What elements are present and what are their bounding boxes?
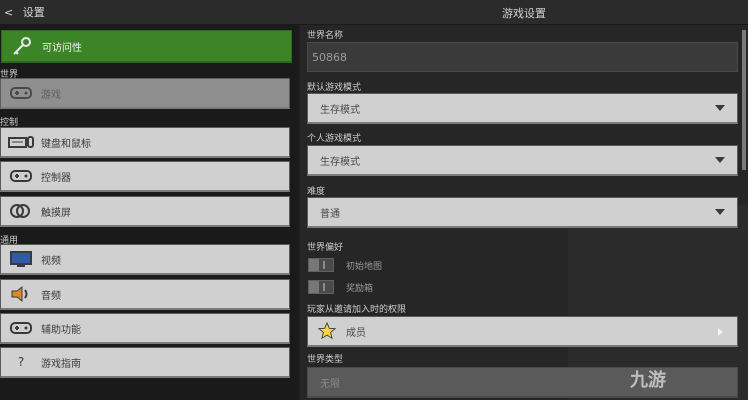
personal-mode-value: 生存模式	[320, 156, 360, 168]
watermark: 九游	[630, 366, 666, 392]
starting-map-toggle[interactable]	[308, 258, 334, 272]
back-button[interactable]: < 设置	[4, 4, 45, 20]
sidebar-item-label: 游戏指南	[41, 358, 81, 370]
controller-icon	[7, 320, 35, 336]
world-type-dropdown[interactable]: 无限	[307, 367, 738, 398]
sidebar-item-audio[interactable]: 音频	[0, 279, 290, 310]
page-title: 游戏设置	[502, 7, 546, 20]
chevron-down-icon	[715, 105, 725, 111]
toggle-row-starting-map: 初始地图	[308, 258, 382, 272]
sidebar-item-touch[interactable]: 触摸屏	[0, 196, 290, 227]
sidebar-item-accessibility[interactable]: 可访问性	[1, 30, 292, 63]
permission-label: 玩家从邀请加入时的权限	[307, 305, 407, 315]
star-icon	[318, 322, 336, 340]
sidebar-item-assist[interactable]: 辅助功能	[0, 313, 290, 344]
toggle-label: 奖励箱	[346, 283, 374, 294]
watermark-text: 九游	[630, 370, 666, 391]
sidebar-item-label: 音频	[41, 290, 61, 302]
keyboard-icon	[7, 135, 35, 149]
chevron-down-icon	[715, 157, 725, 163]
sidebar-item-label: 视频	[41, 255, 61, 267]
world-name-input[interactable]: 50868	[307, 42, 738, 72]
speaker-icon	[7, 285, 35, 303]
back-label: 设置	[22, 6, 45, 19]
top-bar: < 设置 游戏设置	[0, 0, 748, 25]
sidebar-item-game[interactable]: 游戏	[0, 78, 290, 109]
default-mode-label: 默认游戏模式	[307, 83, 362, 93]
world-type-label: 世界类型	[307, 355, 344, 365]
sidebar-item-label: 键盘和鼠标	[41, 138, 91, 150]
difficulty-dropdown[interactable]: 普通	[307, 197, 738, 228]
chevron-left-icon: <	[4, 6, 14, 19]
sidebar-item-label: 触摸屏	[41, 207, 71, 219]
sidebar-item-label: 可访问性	[42, 42, 82, 54]
sidebar-item-label: 控制器	[41, 172, 71, 184]
chevron-down-icon	[715, 209, 725, 215]
touch-icon	[7, 202, 35, 220]
sidebar-item-guide[interactable]: ? 游戏指南	[0, 347, 290, 378]
monitor-icon	[7, 250, 35, 268]
sidebar-item-video[interactable]: 视频	[0, 244, 290, 275]
sidebar-item-label: 辅助功能	[41, 324, 81, 336]
toggle-row-bonus-chest: 奖励箱	[308, 280, 373, 294]
permission-button[interactable]: 成员	[307, 316, 738, 347]
controller-icon	[7, 168, 35, 184]
default-mode-dropdown[interactable]: 生存模式	[307, 93, 738, 124]
question-icon: ?	[17, 355, 25, 369]
bonus-chest-toggle[interactable]	[308, 280, 334, 294]
world-prefs-label: 世界偏好	[307, 243, 344, 253]
sidebar-item-keyboard-mouse[interactable]: 键盘和鼠标	[0, 127, 290, 158]
scrollbar[interactable]	[742, 30, 746, 170]
personal-mode-label: 个人游戏模式	[307, 134, 362, 144]
sidebar-item-controller[interactable]: 控制器	[0, 161, 290, 192]
sidebar-item-label: 游戏	[41, 89, 61, 101]
controller-icon	[7, 85, 35, 101]
world-type-value: 无限	[320, 378, 340, 390]
personal-mode-dropdown[interactable]: 生存模式	[307, 145, 738, 176]
default-mode-value: 生存模式	[320, 104, 360, 116]
world-name-label: 世界名称	[307, 31, 344, 41]
chevron-right-icon	[718, 328, 723, 336]
difficulty-value: 普通	[320, 208, 340, 220]
toggle-label: 初始地图	[346, 261, 383, 272]
key-icon	[8, 36, 36, 56]
permission-value: 成员	[346, 327, 366, 339]
difficulty-label: 难度	[307, 187, 326, 197]
